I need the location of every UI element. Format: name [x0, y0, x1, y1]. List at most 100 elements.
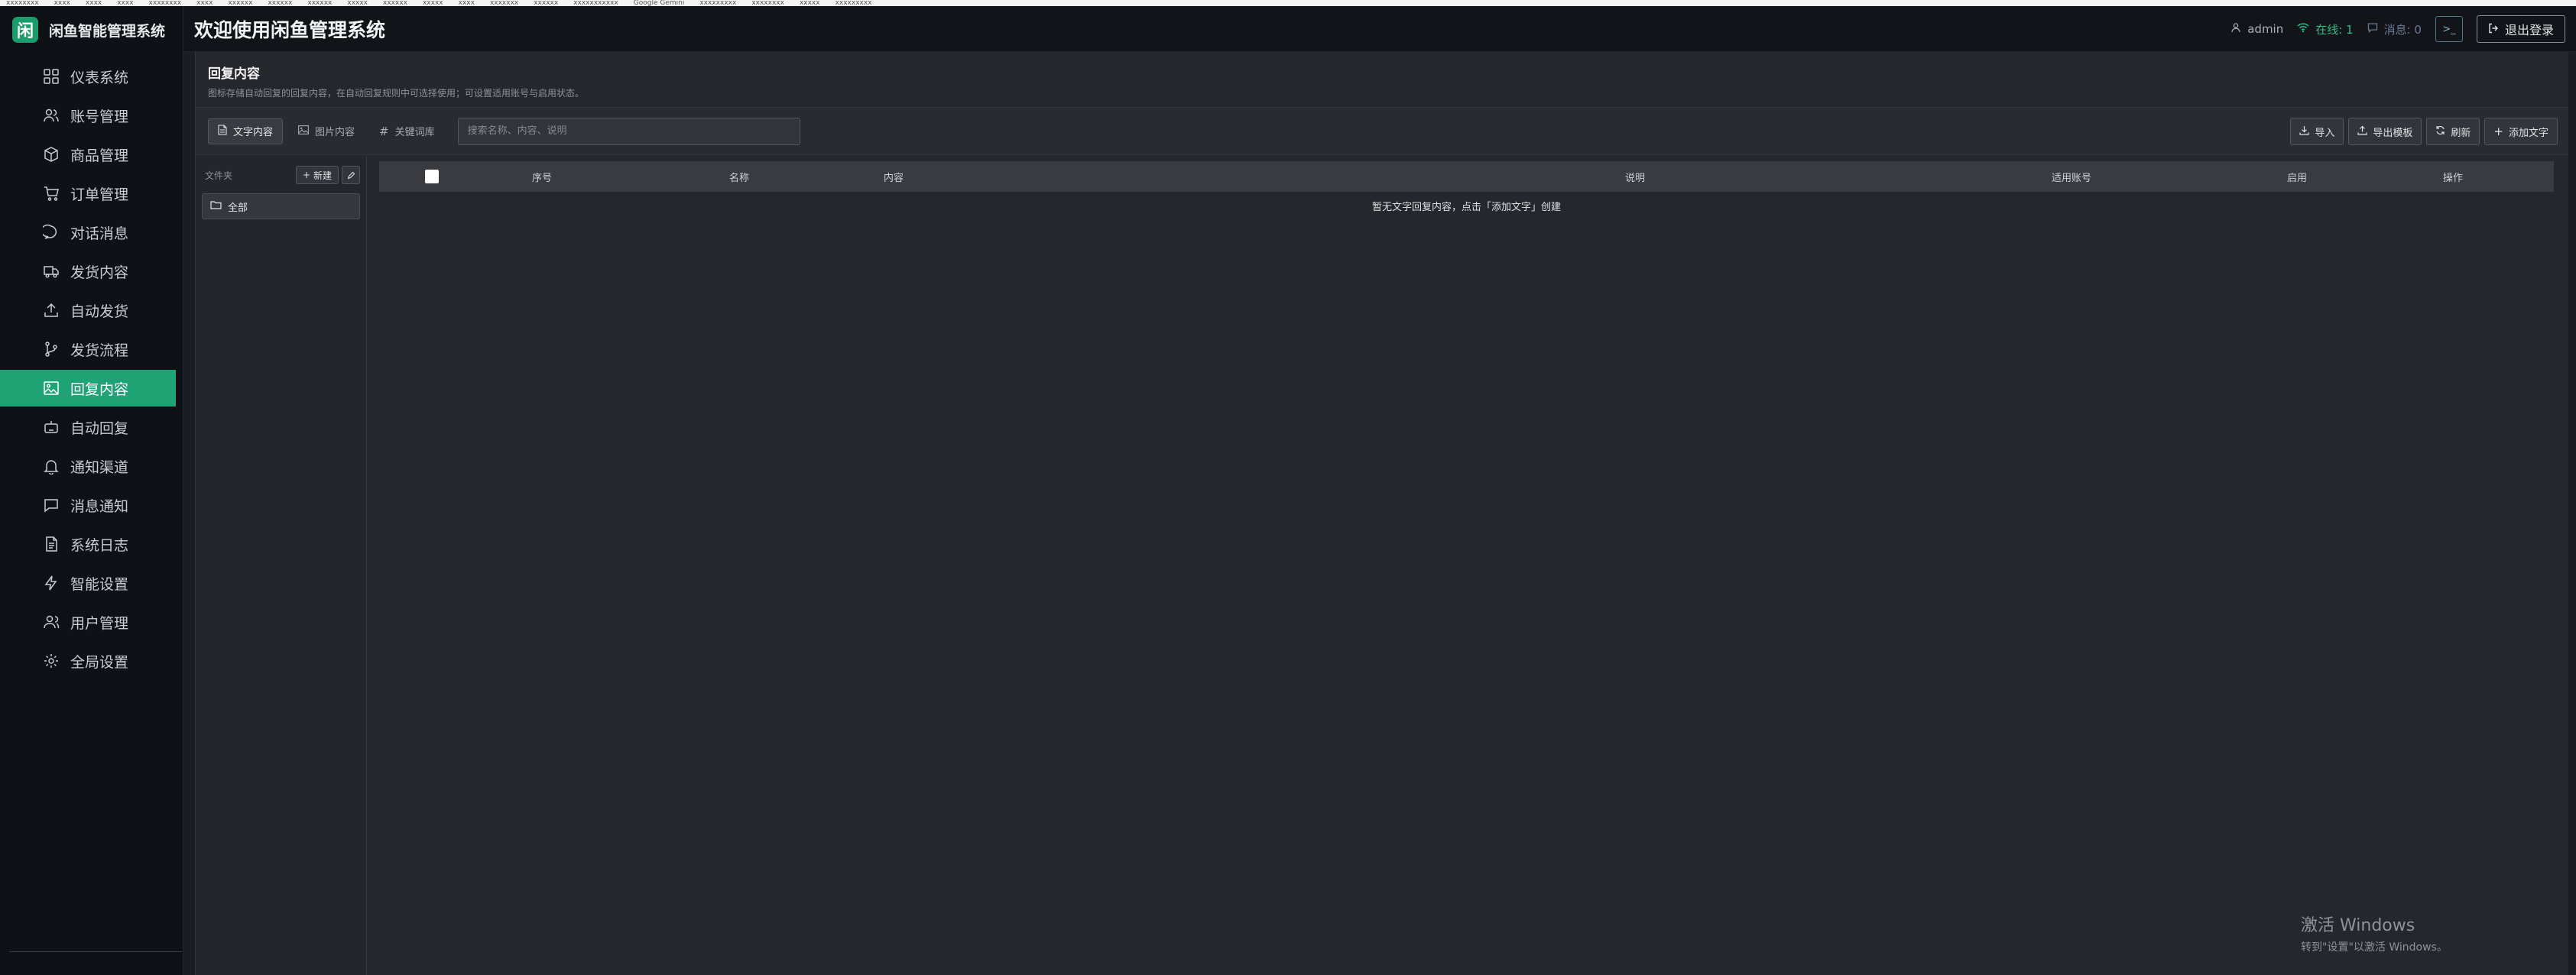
logout-label: 退出登录: [2504, 23, 2554, 37]
sidebar-item-1[interactable]: 仪表系统: [0, 58, 183, 95]
sidebar-item-11[interactable]: 通知渠道: [0, 448, 183, 484]
branch-icon: [43, 341, 60, 358]
tab-keyword-library[interactable]: # 关键词库: [370, 118, 444, 144]
download-icon: [2299, 125, 2309, 138]
new-folder-button[interactable]: + 新建: [295, 166, 339, 184]
sidebar-item-label: 回复内容: [70, 381, 129, 398]
gear-icon: [43, 653, 60, 669]
add-text-button[interactable]: + 添加文字: [2484, 118, 2558, 145]
sidebar-item-label: 对话消息: [70, 225, 129, 242]
bookmark-item[interactable]: xxxxxxxxx: [835, 0, 872, 6]
terminal-button[interactable]: >_: [2435, 16, 2463, 42]
search-input[interactable]: [457, 117, 800, 145]
folder-header-label: 文件夹: [205, 170, 233, 181]
bookmark-item[interactable]: xxxxxxxx: [149, 0, 182, 6]
column-header: 适用账号: [2052, 172, 2092, 184]
export-template-button[interactable]: 导出模板: [2348, 118, 2422, 145]
upload-icon: [2357, 125, 2367, 138]
bookmark-item[interactable]: xxxx: [86, 0, 102, 6]
bookmark-item[interactable]: xxxxxxxxx: [699, 0, 736, 6]
select-all-checkbox[interactable]: [425, 170, 439, 183]
plus-icon: +: [2493, 125, 2503, 138]
logout-button[interactable]: 退出登录: [2476, 15, 2565, 43]
import-label: 导入: [2315, 127, 2335, 139]
bookmark-item[interactable]: xxxx: [459, 0, 475, 6]
table-header: 序号 名称 内容 说明 适用账号 启用 操作: [379, 161, 2554, 192]
column-header: 序号: [532, 172, 553, 184]
tab-label: 文字内容: [233, 127, 274, 138]
image-icon: [298, 125, 309, 138]
bookmark-item[interactable]: xxxxx: [423, 0, 443, 6]
column-header: 操作: [2443, 172, 2464, 184]
sidebar-item-12[interactable]: 消息通知: [0, 487, 183, 523]
sidebar-item-label: 商品管理: [70, 147, 129, 164]
sidebar-item-2[interactable]: 账号管理: [0, 97, 183, 134]
tab-text-content[interactable]: 文字内容: [208, 118, 284, 144]
pencil-icon: [347, 168, 355, 183]
user-manage-icon: [43, 614, 60, 630]
sidebar-item-label: 发货流程: [70, 342, 129, 359]
bookmark-item[interactable]: xxxxxx: [383, 0, 407, 6]
header-status: admin 在线: 1 消息: 0 >_ 退出登录: [2230, 6, 2565, 52]
sidebar-item-13[interactable]: 系统日志: [0, 526, 183, 562]
sidebar-item-label: 自动回复: [70, 419, 129, 437]
bookmark-item[interactable]: xxxxxx: [534, 0, 558, 6]
windows-activation-watermark: 激活 Windows 转到"设置"以激活 Windows。: [2301, 912, 2448, 954]
bookmark-item[interactable]: xxxxxx: [228, 0, 252, 6]
header-title: 欢迎使用闲鱼管理系统: [194, 18, 386, 41]
sidebar-item-8[interactable]: 发货流程: [0, 331, 183, 368]
column-header: 内容: [884, 172, 904, 184]
folder-icon: [210, 200, 222, 212]
document-icon: [218, 124, 227, 138]
bookmark-item[interactable]: Google Gemini: [634, 0, 685, 6]
sidebar-divider: [9, 951, 182, 952]
sidebar-item-10[interactable]: 自动回复: [0, 409, 183, 445]
bookmark-item[interactable]: xxxxx: [347, 0, 368, 6]
column-header: 名称: [729, 172, 750, 184]
message-icon: [2367, 22, 2378, 36]
bookmark-item[interactable]: xxxx: [117, 0, 133, 6]
sidebar-item-14[interactable]: 智能设置: [0, 565, 183, 601]
column-header: 说明: [1625, 172, 1646, 184]
folder-item-all[interactable]: 全部: [202, 193, 360, 219]
sidebar-item-6[interactable]: 发货内容: [0, 253, 183, 290]
sidebar-item-label: 账号管理: [70, 108, 129, 125]
logout-icon: [2488, 22, 2499, 37]
page-header: 回复内容 图标存储自动回复的回复内容，在自动回复规则中可选择使用；可设置适用账号…: [196, 52, 2568, 108]
cart-icon: [43, 185, 60, 202]
main-content: 回复内容 图标存储自动回复的回复内容，在自动回复规则中可选择使用；可设置适用账号…: [195, 52, 2568, 975]
wifi-icon: [2297, 22, 2309, 36]
bookmark-item[interactable]: xxxx: [196, 0, 213, 6]
user-info[interactable]: admin: [2230, 22, 2283, 36]
tab-image-content[interactable]: 图片内容: [289, 118, 364, 144]
message-status[interactable]: 消息: 0: [2367, 21, 2422, 37]
bolt-icon: [43, 575, 60, 591]
content-table: 序号 名称 内容 说明 适用账号 启用 操作 暂无文字回复内容，点击「添加文字」…: [379, 157, 2554, 219]
sidebar-item-5[interactable]: 对话消息: [0, 214, 183, 251]
sidebar-item-label: 仪表系统: [70, 69, 129, 86]
sidebar-item-label: 订单管理: [70, 186, 129, 203]
sidebar-item-3[interactable]: 商品管理: [0, 136, 183, 173]
bookmark-item[interactable]: xxxxxxxxxxx: [573, 0, 618, 6]
bookmark-item[interactable]: xxxxxxxx: [751, 0, 784, 6]
sidebar-item-4[interactable]: 订单管理: [0, 175, 183, 212]
folder-header: 文件夹 + 新建: [196, 157, 366, 193]
import-button[interactable]: 导入: [2290, 118, 2344, 145]
refresh-button[interactable]: 刷新: [2426, 118, 2480, 145]
bookmark-item[interactable]: xxxxxx: [268, 0, 292, 6]
sidebar-item-7[interactable]: 自动发货: [0, 292, 183, 329]
users-icon: [43, 107, 60, 124]
sidebar-item-16[interactable]: 全局设置: [0, 643, 183, 679]
bookmark-item[interactable]: xxxxxxxx: [6, 0, 39, 6]
sidebar-item-label: 消息通知: [70, 497, 129, 515]
bookmark-item[interactable]: xxxxx: [800, 0, 820, 6]
bookmark-item[interactable]: xxxxxx: [307, 0, 332, 6]
sidebar-item-9[interactable]: 回复内容: [0, 370, 176, 407]
sidebar-item-label: 发货内容: [70, 264, 129, 281]
sidebar-item-15[interactable]: 用户管理: [0, 604, 183, 640]
sidebar-item-label: 系统日志: [70, 536, 129, 554]
select-all-cell: [425, 161, 439, 192]
bookmark-item[interactable]: xxxxxxx: [490, 0, 518, 6]
bookmark-item[interactable]: xxxx: [54, 0, 70, 6]
edit-folder-button[interactable]: [342, 166, 360, 184]
